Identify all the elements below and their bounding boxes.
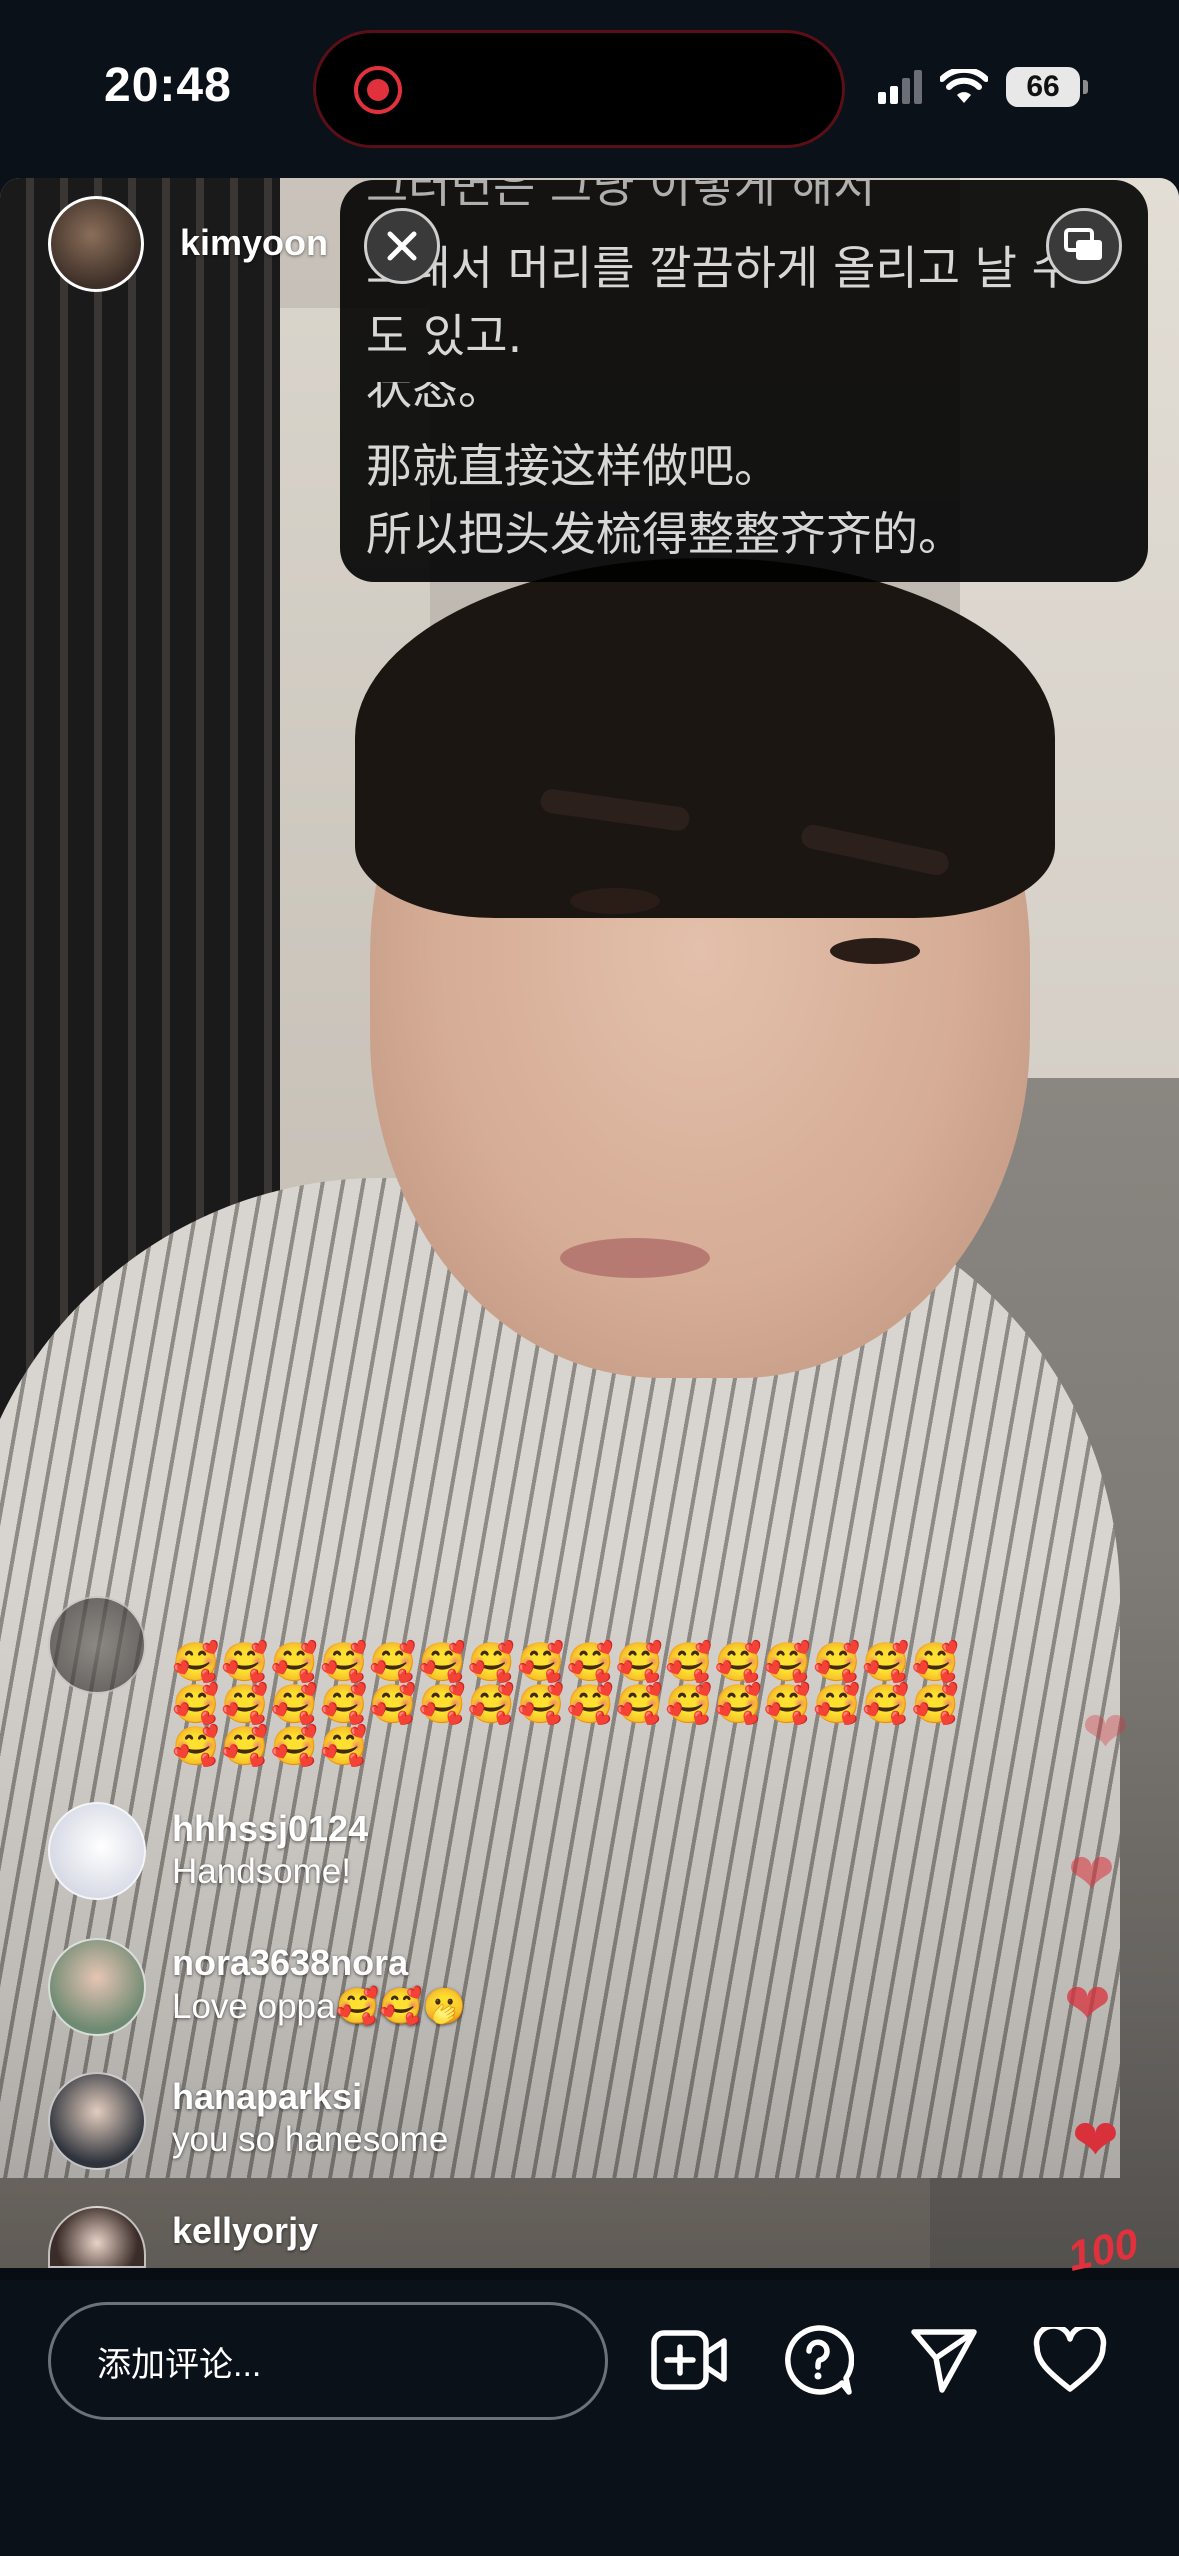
comment-username[interactable]: nora3638nora	[172, 1942, 408, 1984]
status-time: 20:48	[104, 59, 232, 112]
floating-heart-icon: ❤	[1082, 1700, 1129, 1763]
caption-line-2: 도 있고.	[366, 309, 523, 363]
add-video-icon	[651, 2330, 727, 2390]
person-hair	[355, 558, 1055, 918]
battery-indicator: 66	[1006, 67, 1088, 107]
screen-recording-icon	[354, 66, 402, 114]
heart-icon	[1033, 2327, 1107, 2392]
comment-text: you so hanesome	[172, 2120, 449, 2159]
caption-pip-button[interactable]	[1046, 208, 1122, 284]
cellular-signal-icon	[878, 70, 922, 104]
like-button[interactable]	[1028, 2318, 1112, 2402]
close-icon	[387, 231, 417, 261]
comment-username[interactable]: hanaparksi	[172, 2076, 362, 2118]
comment-emoji-row: 🥰🥰🥰🥰🥰🥰🥰🥰🥰🥰🥰🥰🥰🥰🥰🥰	[172, 1642, 962, 1684]
caption-close-button[interactable]	[364, 208, 440, 284]
host-username[interactable]: kimyoon	[180, 222, 328, 264]
caption-partial-top: 그러면은 그냥 이렇게 해서	[366, 180, 876, 213]
question-bubble-icon	[785, 2325, 854, 2395]
floating-heart-icon: ❤	[1064, 1972, 1111, 2035]
add-video-button[interactable]	[648, 2318, 732, 2402]
comment-input[interactable]: 添加评论...	[48, 2302, 608, 2420]
floating-heart-icon: ❤	[1068, 1842, 1115, 1905]
comment-avatar[interactable]	[48, 1938, 146, 2036]
person-eye-left	[570, 888, 660, 914]
comment-text: Love oppa🥰🥰🫢	[172, 1987, 467, 2026]
comment-avatar[interactable]	[48, 1596, 146, 1694]
comment-username[interactable]: kellyorjy	[172, 2210, 318, 2252]
caption-line-4: 所以把头发梳得整整齐齐的。	[366, 507, 964, 561]
host-avatar[interactable]	[48, 196, 144, 292]
wifi-icon	[940, 69, 988, 103]
comment-avatar[interactable]	[48, 1802, 146, 1900]
comment-avatar[interactable]	[48, 2072, 146, 2170]
caption-line-3: 那就直接这样做吧。	[366, 439, 780, 493]
floating-heart-icon: ❤	[1072, 2108, 1119, 2171]
send-icon	[911, 2329, 977, 2393]
comment-emoji-row: 🥰🥰🥰🥰	[172, 1726, 370, 1768]
question-button[interactable]	[776, 2318, 860, 2402]
live-caption-panel[interactable]: 그러면은 그냥 이렇게 해서 그래서 머리를 깔끔하게 올리고 날 수 도 있고…	[340, 180, 1148, 582]
person-eye-right	[830, 938, 920, 964]
comment-emoji-row: 🥰🥰🥰🥰🥰🥰🥰🥰🥰🥰🥰🥰🥰🥰🥰🥰	[172, 1684, 962, 1726]
dynamic-island[interactable]	[313, 30, 845, 148]
picture-in-picture-icon	[1064, 228, 1102, 260]
status-icons: 66	[878, 62, 1088, 112]
comment-text: Handsome!	[172, 1852, 351, 1891]
person-mouth	[560, 1238, 710, 1278]
comment-username[interactable]: hhhssj0124	[172, 1808, 368, 1850]
caption-line-1: 그래서 머리를 깔끔하게 올리고 날 수	[366, 241, 1074, 295]
share-button[interactable]	[902, 2318, 986, 2402]
